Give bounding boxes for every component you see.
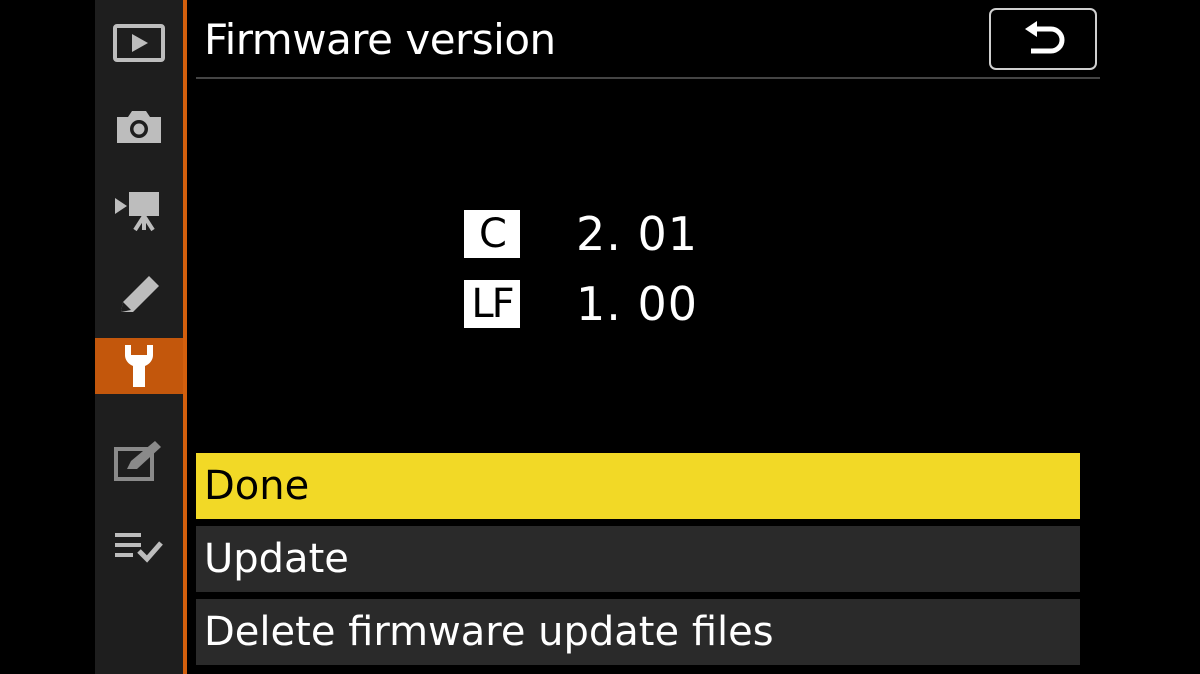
firmware-label: LF (464, 280, 520, 328)
sidebar-item-playback[interactable] (95, 16, 183, 72)
sidebar-divider (183, 0, 187, 674)
back-button[interactable] (989, 8, 1097, 70)
sidebar-item-custom-settings[interactable] (95, 266, 183, 322)
return-arrow-icon (1025, 21, 1065, 54)
camera-icon (117, 111, 161, 143)
header-divider (196, 77, 1100, 79)
sidebar (95, 0, 183, 674)
movie-camera-icon (115, 192, 159, 232)
sidebar-item-retouch[interactable] (95, 433, 183, 489)
firmware-row-lf: LF 1. 00 (464, 276, 698, 332)
firmware-value: 1. 00 (576, 277, 699, 331)
page-title: Firmware version (204, 15, 556, 64)
menu-item-delete-firmware-update-files[interactable]: Delete firmware update files (196, 599, 1080, 665)
firmware-row-c: C 2. 01 (464, 206, 698, 262)
pencil-icon (121, 276, 159, 312)
firmware-label: C (464, 210, 520, 258)
sidebar-item-movie-shooting[interactable] (95, 182, 183, 238)
menu-item-done[interactable]: Done (196, 453, 1080, 519)
wrench-icon (124, 345, 154, 387)
retouch-icon (114, 441, 161, 481)
menu-item-update[interactable]: Update (196, 526, 1080, 592)
my-menu-icon (115, 533, 163, 563)
camera-menu-screen: Firmware version C 2. 01 LF 1. 00 Done U… (0, 0, 1200, 674)
firmware-value: 2. 01 (576, 207, 699, 261)
sidebar-item-my-menu[interactable] (95, 519, 183, 575)
sidebar-item-setup[interactable] (95, 338, 183, 394)
playback-icon (113, 24, 165, 62)
sidebar-item-photo-shooting[interactable] (95, 99, 183, 155)
